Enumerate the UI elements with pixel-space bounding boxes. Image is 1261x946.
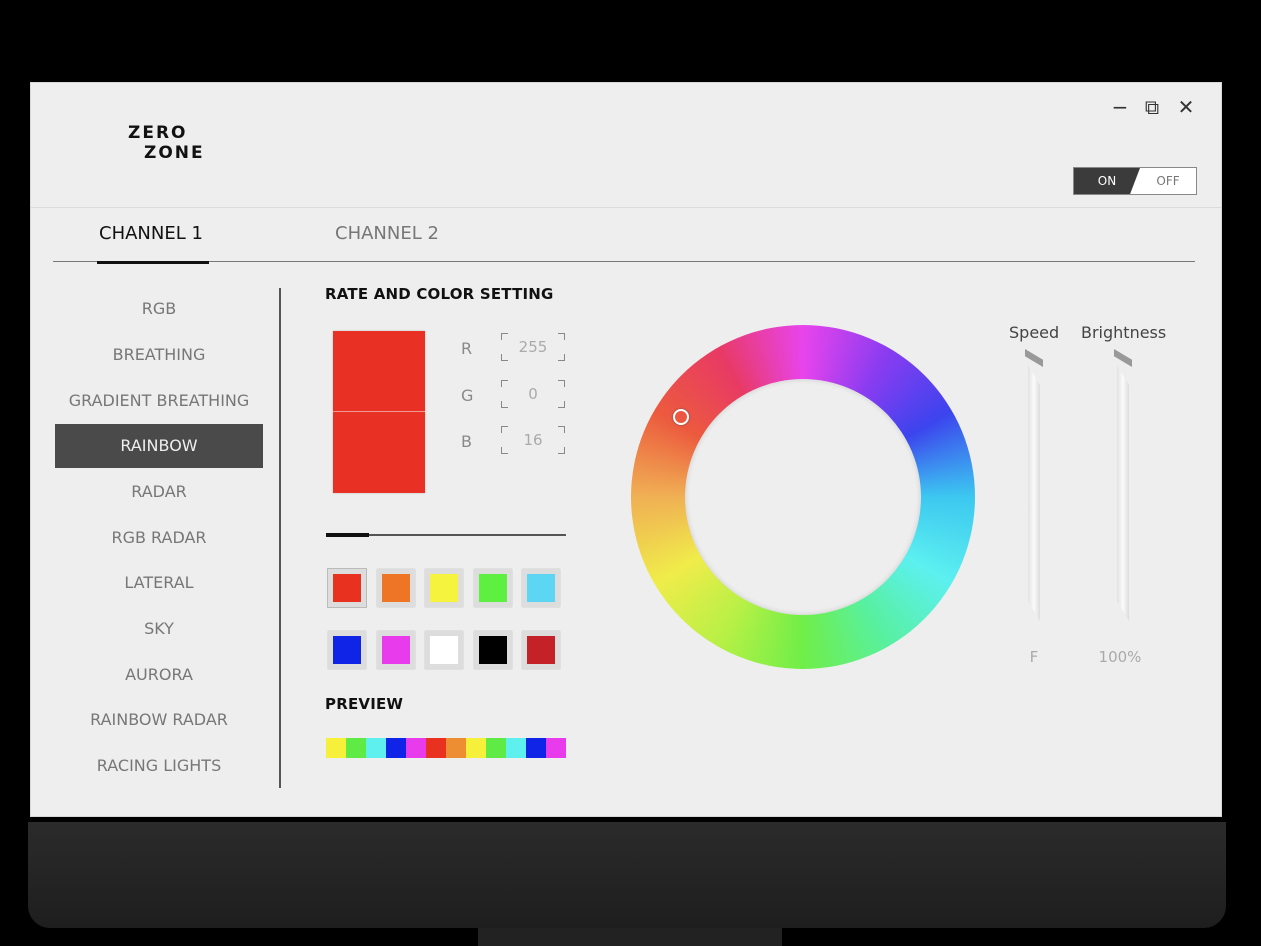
preset-color-cyan[interactable] (522, 569, 560, 607)
r-value: 255 (518, 338, 548, 356)
preview-color-cell (466, 738, 486, 758)
mode-sky[interactable]: SKY (55, 607, 263, 651)
active-tab-indicator (97, 261, 209, 264)
brightness-label: Brightness (1081, 323, 1167, 342)
preview-color-cell (506, 738, 526, 758)
mode-lateral[interactable]: LATERAL (55, 561, 263, 605)
logo-line-1: ZERO (128, 123, 188, 143)
speed-slider-handle[interactable] (1025, 349, 1043, 367)
b-label: B (461, 432, 472, 451)
tab-bar-line (53, 261, 1195, 262)
preview-color-cell (546, 738, 566, 758)
zero-zone-logo: ZERO ZONE (128, 123, 205, 163)
rate-color-setting-title: RATE AND COLOR SETTING (325, 285, 554, 303)
logo-line-2: ZONE (144, 143, 205, 163)
sidebar-divider (279, 288, 281, 788)
tab-channel-2[interactable]: CHANNEL 2 (335, 223, 439, 244)
g-value: 0 (528, 385, 538, 403)
b-value-field[interactable]: 16 (501, 426, 565, 454)
power-toggle[interactable]: ON OFF (1073, 167, 1197, 195)
brightness-slider-handle[interactable] (1114, 349, 1132, 367)
tab-channel-1[interactable]: CHANNEL 1 (99, 223, 203, 244)
brightness-value: 100% (1098, 648, 1142, 666)
preview-color-cell (386, 738, 406, 758)
preset-color-green[interactable] (474, 569, 512, 607)
app-window: ZERO ZONE − ⧉ ✕ ON OFF CHANNEL 1 CHANNEL… (30, 82, 1222, 817)
preset-color-blue[interactable] (328, 631, 366, 669)
preview-color-cell (486, 738, 506, 758)
header-divider (31, 207, 1221, 208)
color-wheel-center (685, 379, 921, 615)
mode-rgb[interactable]: RGB (55, 287, 263, 331)
brightness-value-field[interactable]: 100% (1087, 643, 1153, 671)
mode-aurora[interactable]: AURORA (55, 653, 263, 697)
mode-breathing[interactable]: BREATHING (55, 333, 263, 377)
g-label: G (461, 386, 474, 405)
preset-color-dark-red[interactable] (522, 631, 560, 669)
monitor-bezel (28, 822, 1226, 928)
brightness-slider[interactable] (1117, 365, 1129, 621)
minimize-icon[interactable]: − (1109, 95, 1131, 119)
preset-color-white[interactable] (425, 631, 463, 669)
mode-rainbow-radar[interactable]: RAINBOW RADAR (55, 698, 263, 742)
rate-slider-fill (326, 533, 370, 537)
preset-color-red[interactable] (327, 568, 367, 608)
rate-slider[interactable] (326, 533, 566, 537)
preview-color-cell (426, 738, 446, 758)
preview-color-cell (406, 738, 426, 758)
speed-value-field[interactable]: F (1001, 643, 1067, 671)
r-value-field[interactable]: 255 (501, 333, 565, 361)
g-value-field[interactable]: 0 (501, 380, 565, 408)
speed-value: F (1029, 648, 1039, 666)
monitor-stand (478, 928, 782, 946)
r-label: R (461, 339, 473, 358)
preview-title: PREVIEW (325, 695, 404, 713)
mode-radar[interactable]: RADAR (55, 470, 263, 514)
mode-gradient-breathing[interactable]: GRADIENT BREATHING (55, 379, 263, 423)
preview-strip (326, 738, 566, 758)
preview-color-cell (526, 738, 546, 758)
preview-color-cell (326, 738, 346, 758)
b-value: 16 (523, 431, 543, 449)
toggle-off-label[interactable]: OFF (1140, 168, 1196, 194)
restore-icon[interactable]: ⧉ (1141, 95, 1163, 119)
preview-color-cell (346, 738, 366, 758)
toggle-on-label[interactable]: ON (1074, 168, 1140, 194)
preset-color-black[interactable] (474, 631, 512, 669)
mode-rgb-radar[interactable]: RGB RADAR (55, 516, 263, 560)
preview-color-cell (446, 738, 466, 758)
preview-color-cell (366, 738, 386, 758)
preset-color-magenta[interactable] (377, 631, 415, 669)
mode-rainbow[interactable]: RAINBOW (55, 424, 263, 468)
current-color-swatch (333, 331, 425, 493)
color-wheel-picker-handle[interactable] (673, 409, 689, 425)
preset-color-yellow[interactable] (425, 569, 463, 607)
preset-color-orange[interactable] (377, 569, 415, 607)
close-icon[interactable]: ✕ (1175, 95, 1197, 119)
mode-racing-lights[interactable]: RACING LIGHTS (55, 744, 263, 788)
speed-slider[interactable] (1028, 365, 1040, 621)
speed-label: Speed (1009, 323, 1060, 342)
